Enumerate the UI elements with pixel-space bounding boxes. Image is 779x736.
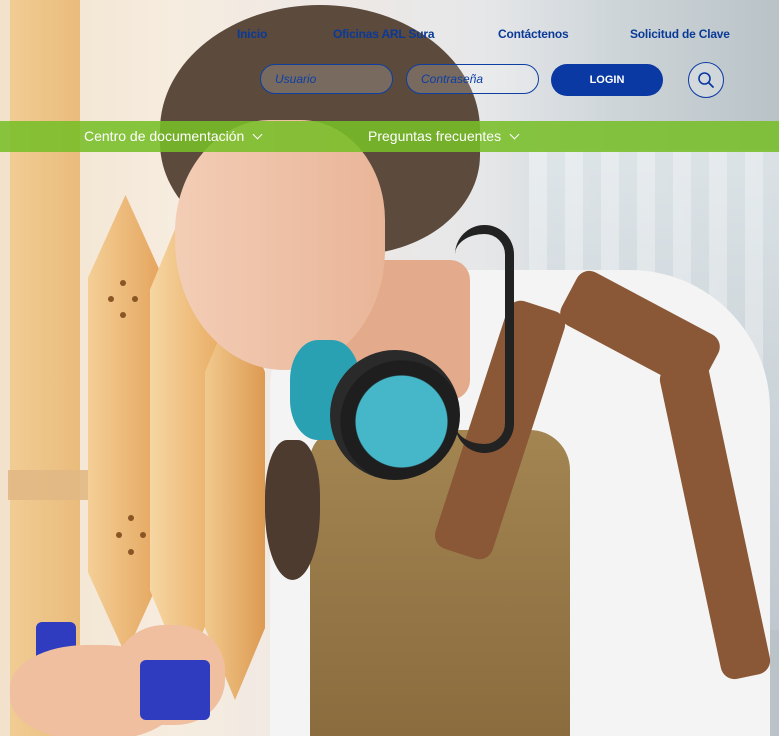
menu-label: Centro de documentación	[84, 128, 245, 144]
nav-oficinas[interactable]: Oficinas ARL Sura	[333, 27, 434, 41]
password-input[interactable]	[407, 65, 538, 93]
headphone-band	[455, 225, 514, 453]
blue-block	[140, 660, 210, 720]
wood-hole	[120, 280, 126, 286]
top-nav: Inicio Oficinas ARL Sura Contáctenos Sol…	[0, 27, 779, 45]
search-icon	[698, 72, 714, 88]
menu-bar: Centro de documentación Preguntas frecue…	[0, 121, 779, 152]
headphone-cup	[330, 350, 460, 480]
person-braid	[265, 440, 320, 580]
nav-contactenos[interactable]: Contáctenos	[498, 27, 569, 41]
chevron-down-icon	[509, 129, 520, 139]
menu-label: Preguntas frecuentes	[368, 128, 502, 144]
wood-hole	[108, 296, 114, 302]
search-button[interactable]	[688, 62, 724, 98]
login-button[interactable]: LOGIN	[551, 64, 663, 96]
wood-hole	[128, 549, 134, 555]
menu-centro-documentacion[interactable]: Centro de documentación	[84, 128, 263, 144]
person-face	[175, 120, 385, 370]
wood-hole	[140, 532, 146, 538]
hero-image	[0, 0, 779, 736]
chevron-down-icon	[252, 129, 263, 139]
menu-preguntas-frecuentes[interactable]: Preguntas frecuentes	[368, 128, 520, 144]
nav-inicio[interactable]: Inicio	[237, 27, 267, 41]
login-form: LOGIN	[0, 62, 779, 98]
username-input[interactable]	[261, 65, 392, 93]
wood-hole	[132, 296, 138, 302]
wood-hole	[116, 532, 122, 538]
person-overall	[310, 430, 570, 736]
username-field-wrapper	[260, 64, 393, 94]
wood-hole	[128, 515, 134, 521]
wood-hole	[120, 312, 126, 318]
nav-solicitud-clave[interactable]: Solicitud de Clave	[630, 27, 730, 41]
password-field-wrapper	[406, 64, 539, 94]
